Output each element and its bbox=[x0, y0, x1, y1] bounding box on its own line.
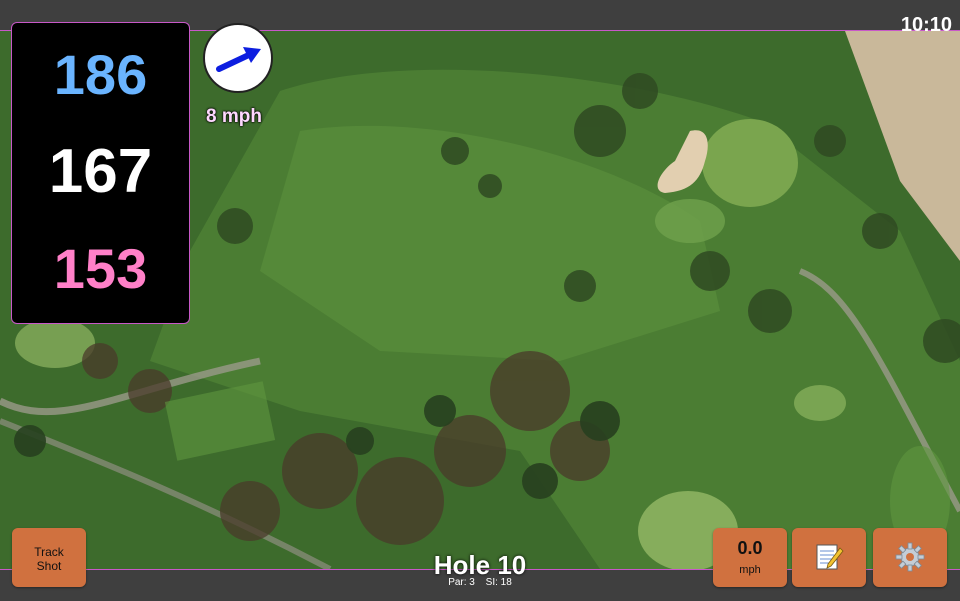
front-distance: 153 bbox=[53, 237, 148, 300]
wind-arrow-icon bbox=[216, 47, 261, 72]
middle-distance: 167 bbox=[48, 137, 153, 206]
back-distance: 186 bbox=[53, 43, 148, 106]
hole-info: Par: 3 SI: 18 bbox=[380, 577, 580, 588]
track-shot-label-line2: Shot bbox=[36, 559, 62, 573]
wind-speed-unit: mph bbox=[739, 564, 761, 576]
distance-panel: 186 167 153 bbox=[11, 22, 190, 324]
notepad-icon bbox=[816, 544, 844, 570]
wind-speed-button[interactable]: 0.0 mph bbox=[713, 528, 787, 587]
wind-speed-label: 8 mph bbox=[206, 106, 262, 127]
gear-icon bbox=[895, 542, 925, 572]
notes-button[interactable] bbox=[792, 528, 866, 587]
track-shot-button[interactable]: Track Shot bbox=[12, 528, 86, 587]
track-shot-label-line1: Track bbox=[34, 545, 64, 559]
hole-par: Par: 3 bbox=[448, 577, 475, 588]
wind-indicator bbox=[203, 23, 273, 93]
settings-button[interactable] bbox=[873, 528, 947, 587]
wind-speed-value: 0.0 bbox=[737, 538, 763, 558]
hole-stroke-index: SI: 18 bbox=[485, 577, 512, 588]
